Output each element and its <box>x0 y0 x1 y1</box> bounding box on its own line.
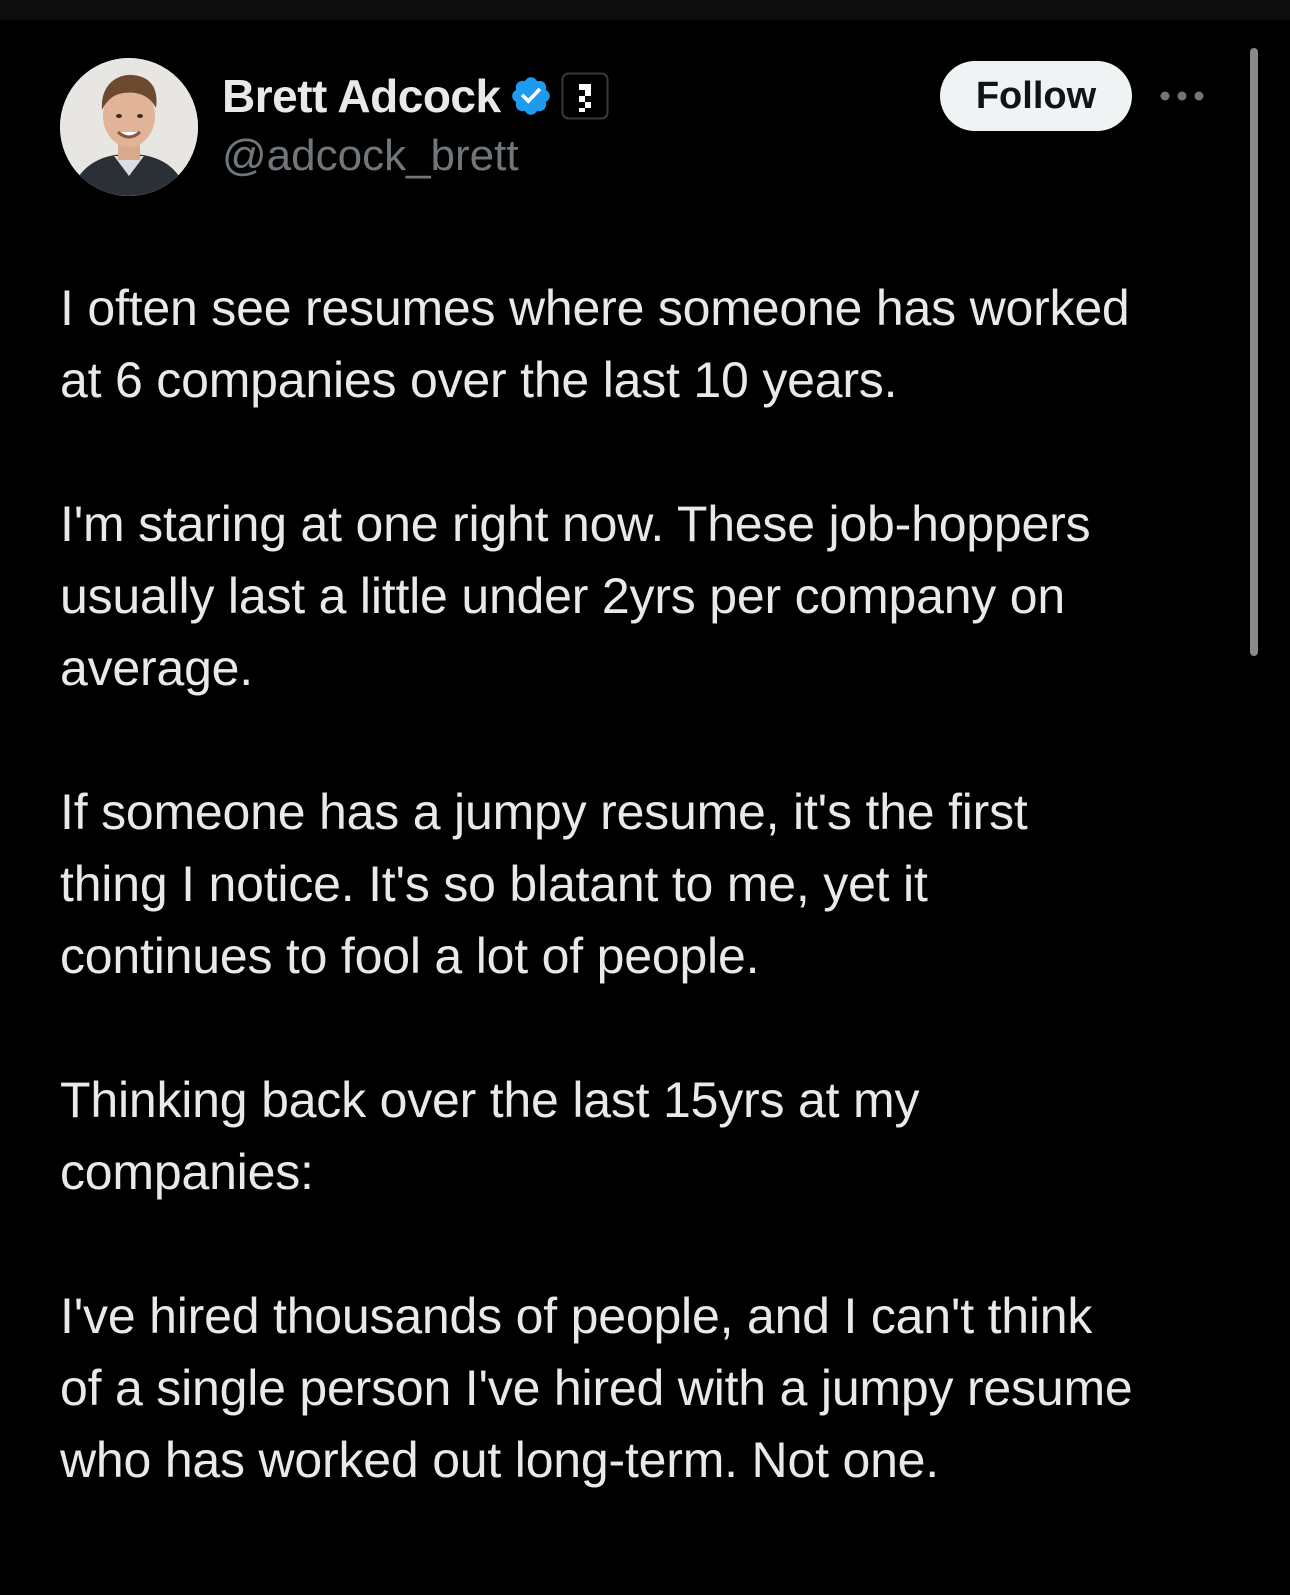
affiliate-badge-icon[interactable] <box>561 72 609 120</box>
post-paragraph: I'm staring at one right now. These job-… <box>60 496 1091 696</box>
post-paragraph: If someone has a jumpy resume, it's the … <box>60 784 1028 984</box>
post-paragraph: Thinking back over the last 15yrs at my … <box>60 1072 920 1200</box>
post-paragraph: I often see resumes where someone has wo… <box>60 280 1130 408</box>
post-card: Brett Adcock @adcock_brett Follow I ofte… <box>0 20 1290 1595</box>
avatar-image <box>60 58 198 196</box>
post-header: Brett Adcock @adcock_brett Follow <box>0 20 1290 210</box>
verified-badge-icon[interactable] <box>509 74 553 118</box>
avatar[interactable] <box>60 58 198 196</box>
name-row: Brett Adcock <box>222 66 609 126</box>
scrollbar[interactable] <box>1250 48 1258 656</box>
post-paragraph: I've hired thousands of people, and I ca… <box>60 1288 1133 1488</box>
top-strip <box>0 0 1290 20</box>
display-name[interactable]: Brett Adcock <box>222 66 501 126</box>
post-text: I often see resumes where someone has wo… <box>60 272 1230 1496</box>
author-block: Brett Adcock @adcock_brett <box>222 66 609 184</box>
handle[interactable]: @adcock_brett <box>222 128 609 184</box>
follow-button[interactable]: Follow <box>940 61 1132 131</box>
more-options-icon[interactable] <box>1158 80 1206 112</box>
